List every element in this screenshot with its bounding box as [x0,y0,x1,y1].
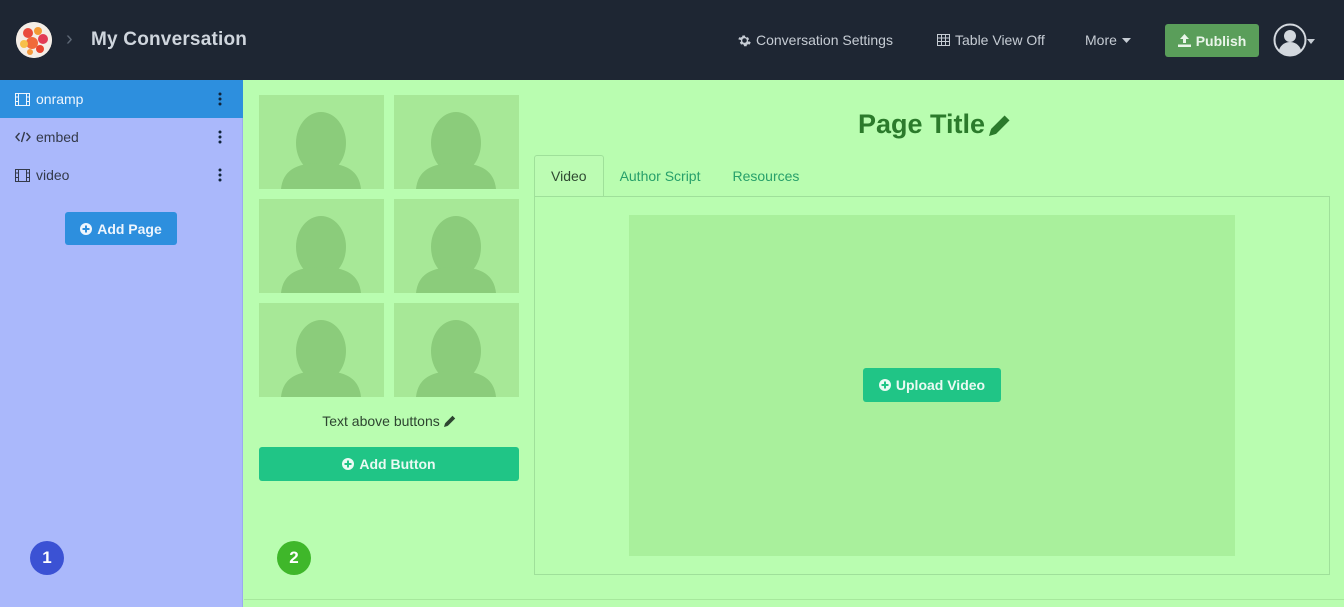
person-placeholder-icon [281,112,361,189]
more-dropdown[interactable]: More [1085,32,1131,48]
upload-video-button[interactable]: Upload Video [863,368,1001,402]
top-navbar: › My Conversation Conversation Settings … [0,0,1344,80]
section-number-badge: 1 [30,541,64,575]
pencil-icon[interactable] [443,415,456,427]
sidebar-item-video[interactable]: video [0,156,243,194]
page-title[interactable]: Page Title [858,109,1011,140]
person-placeholder-icon [281,216,361,293]
plus-circle-icon [80,222,93,235]
plus-circle-icon [878,379,891,391]
button-thumbnail[interactable] [259,199,384,293]
conversation-settings-link[interactable]: Conversation Settings [738,32,893,48]
conversation-settings-label: Conversation Settings [756,32,893,48]
divider [244,599,1344,600]
table-view-toggle[interactable]: Table View Off [937,32,1045,48]
button-thumbnail[interactable] [259,95,384,189]
sidebar-item-onramp[interactable]: onramp [0,80,243,118]
sidebar-item-embed[interactable]: embed [0,118,243,156]
add-button-label: Add Button [359,456,436,472]
person-placeholder-icon [416,112,496,189]
kebab-menu-icon[interactable] [218,168,222,182]
tab-author-script[interactable]: Author Script [604,155,717,197]
upload-video-label: Upload Video [895,377,986,393]
table-icon [937,34,950,46]
tab-resources[interactable]: Resources [717,155,816,197]
caret-down-icon [1121,37,1131,43]
publish-button[interactable]: Publish [1165,24,1259,57]
page-tabs: Video Author Script Resources [534,155,815,197]
kebab-menu-icon[interactable] [218,130,222,144]
conversation-title[interactable]: My Conversation [91,29,247,51]
app-logo[interactable] [16,22,52,58]
film-icon [15,167,31,183]
user-avatar-icon[interactable] [1273,23,1307,57]
page-title-text: Page Title [858,109,986,139]
film-icon [15,91,31,107]
upload-icon [1177,34,1191,47]
video-placeholder: Upload Video [629,215,1235,556]
person-placeholder-icon [416,216,496,293]
button-thumbnail[interactable] [259,303,384,397]
sidebar-item-label: onramp [36,91,84,107]
add-button-button[interactable]: Add Button [259,447,519,481]
plus-circle-icon [342,458,355,470]
pages-sidebar: onramp embed video Add Page 1 [0,80,243,607]
section-number-badge: 2 [277,541,311,575]
pencil-icon[interactable] [989,114,1011,136]
kebab-menu-icon[interactable] [218,92,222,106]
video-tab-panel: Upload Video [534,196,1330,575]
publish-label: Publish [1195,32,1247,49]
sidebar-item-label: embed [36,129,79,145]
page-editor: Text above buttons Add Button 2 Page Tit… [244,80,1344,607]
person-placeholder-icon [416,320,496,397]
breadcrumb-separator: › [66,28,73,50]
button-thumbnail[interactable] [394,303,519,397]
sidebar-item-label: video [36,167,70,183]
gear-icon [738,34,751,46]
code-icon [15,129,31,145]
button-thumbnail[interactable] [394,199,519,293]
text-above-buttons-label: Text above buttons [322,413,440,429]
caret-down-icon[interactable] [1307,39,1315,44]
person-placeholder-icon [281,320,361,397]
add-page-label: Add Page [97,220,162,237]
table-view-label: Table View Off [955,32,1045,48]
more-label: More [1085,32,1117,48]
add-page-button[interactable]: Add Page [65,212,177,245]
button-thumbnail[interactable] [394,95,519,189]
text-above-buttons[interactable]: Text above buttons [259,413,519,429]
tab-video[interactable]: Video [534,155,604,197]
